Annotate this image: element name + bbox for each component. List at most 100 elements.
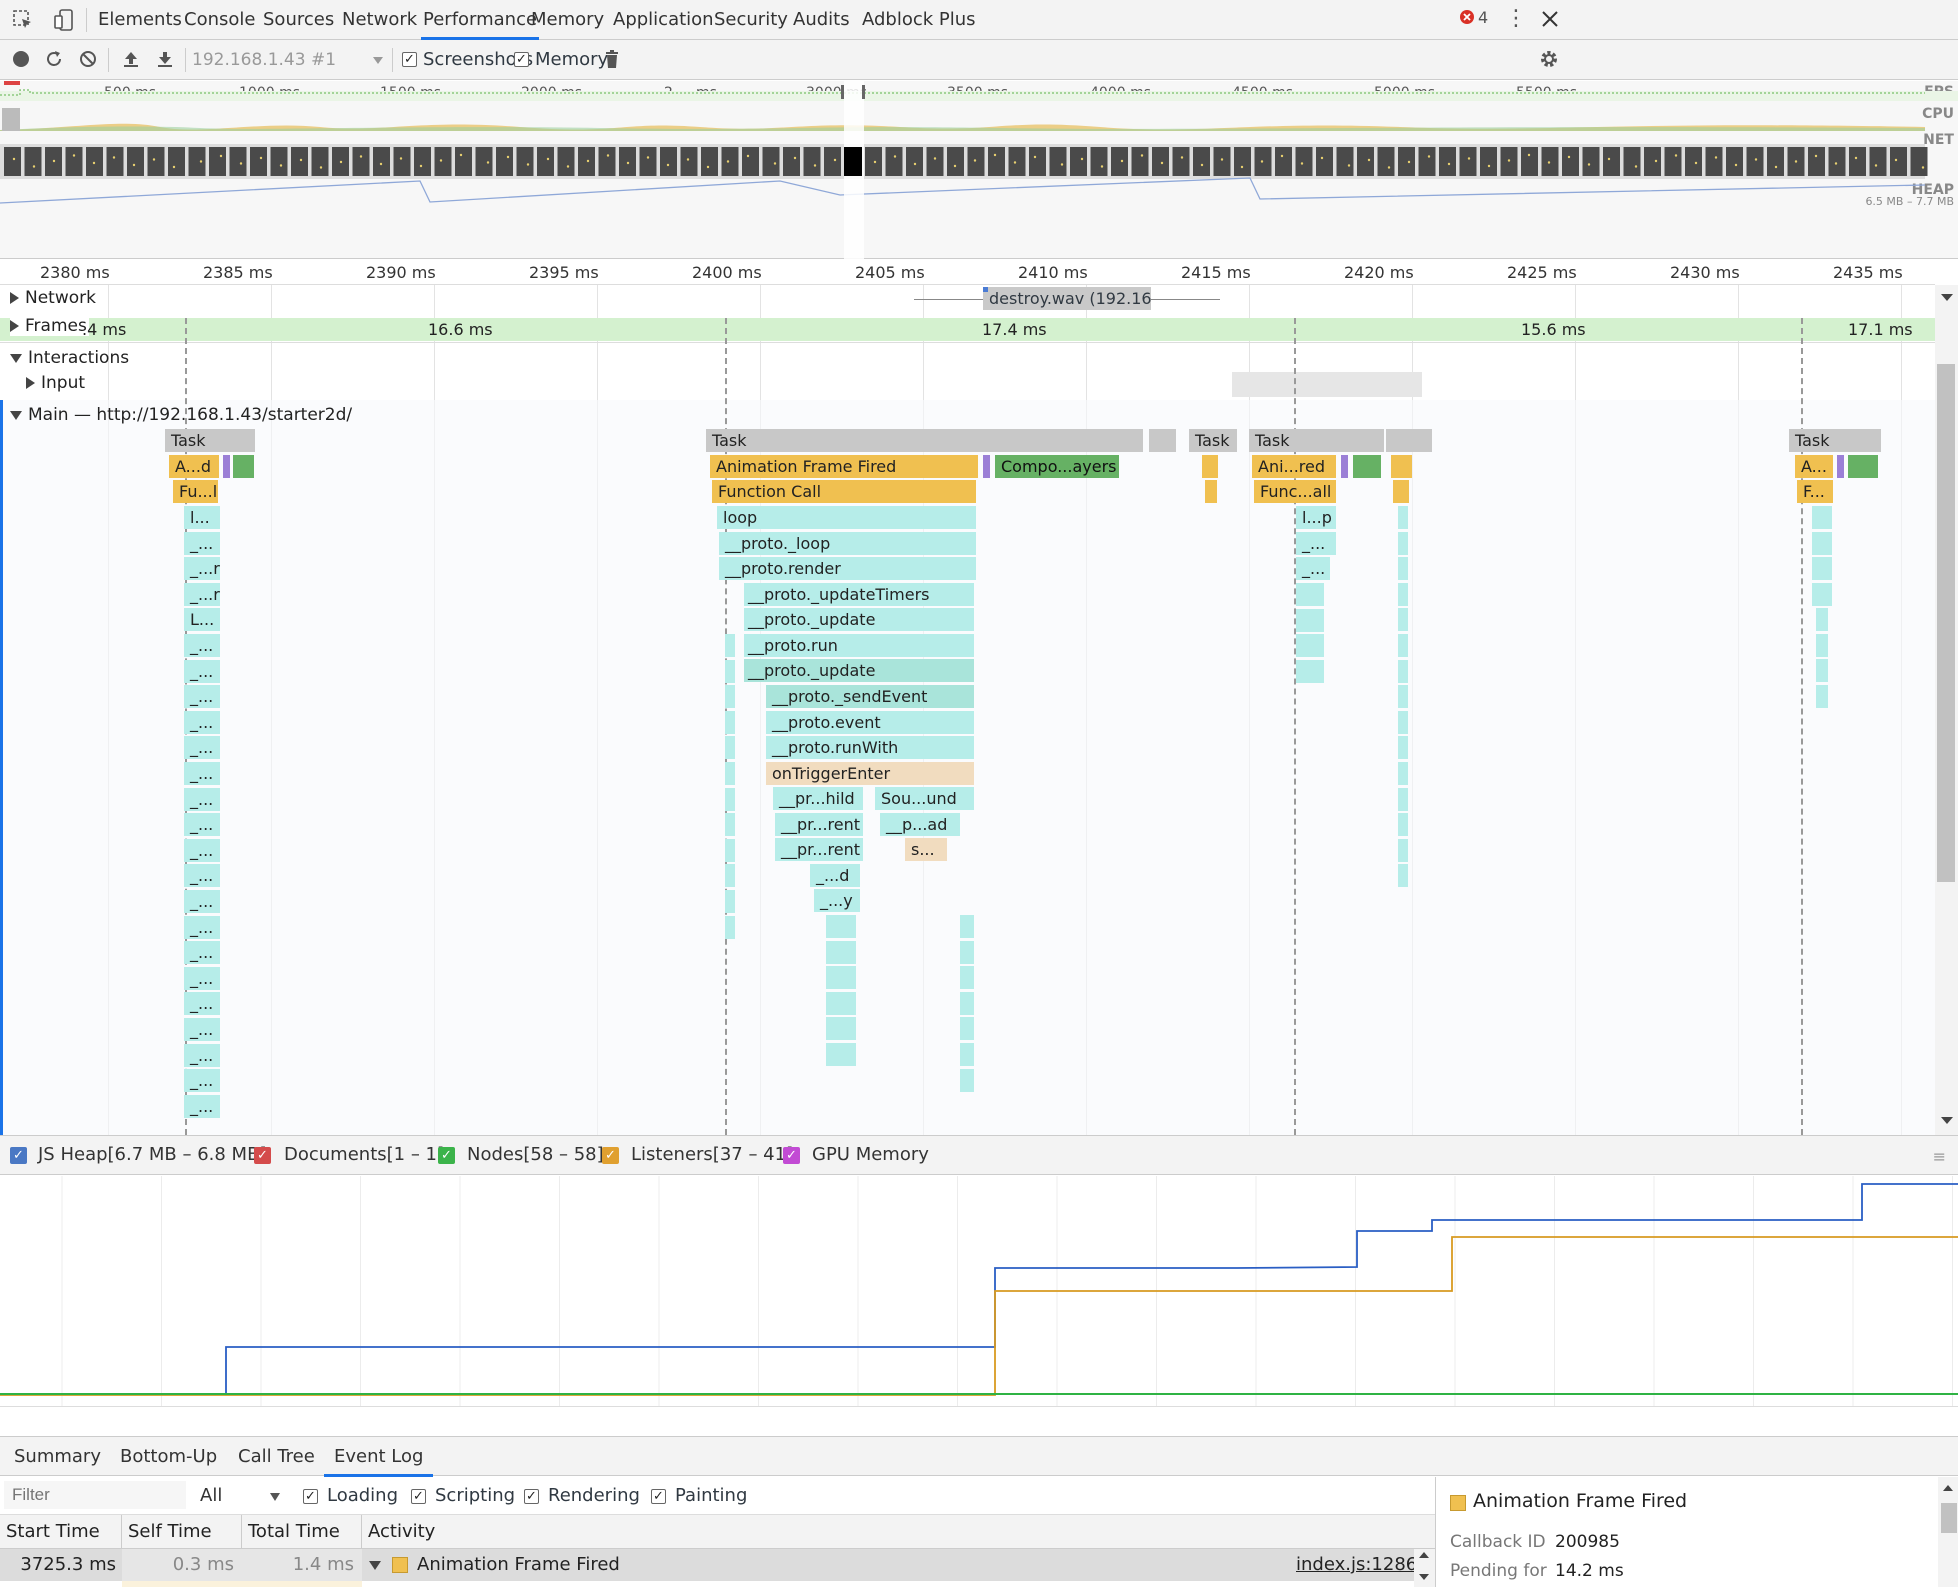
input-event-bar[interactable] bbox=[1232, 372, 1422, 397]
timeline-overview[interactable]: 500 ms 1000 ms 1500 ms 2000 ms 2 ms 3000… bbox=[0, 81, 1958, 259]
chevron-down-icon[interactable] bbox=[270, 1493, 280, 1501]
scroll-arrow-icon[interactable] bbox=[1941, 294, 1953, 301]
network-track-label[interactable]: Network bbox=[10, 288, 96, 308]
js-frame[interactable] bbox=[1812, 557, 1832, 581]
js-frame[interactable] bbox=[1816, 633, 1828, 657]
screenshot-thumbnail[interactable] bbox=[24, 147, 42, 176]
tab-summary[interactable]: Summary bbox=[14, 1437, 101, 1477]
screenshot-thumbnail[interactable] bbox=[1890, 147, 1907, 176]
screenshot-thumbnail[interactable] bbox=[557, 147, 575, 176]
js-frame[interactable]: _...y bbox=[814, 889, 860, 912]
screenshot-thumbnail[interactable] bbox=[1562, 147, 1579, 176]
js-frame[interactable] bbox=[1812, 531, 1832, 555]
screenshot-thumbnail[interactable] bbox=[1767, 147, 1784, 176]
screenshot-thumbnail[interactable] bbox=[1664, 147, 1682, 176]
painting-checkbox[interactable]: ✓ bbox=[651, 1489, 666, 1504]
screenshot-thumbnail[interactable] bbox=[1541, 147, 1559, 176]
trash-icon[interactable] bbox=[604, 49, 620, 69]
input-track-label[interactable]: Input bbox=[26, 373, 85, 393]
save-profile-icon[interactable] bbox=[155, 49, 175, 69]
screenshot-thumbnail[interactable] bbox=[311, 147, 329, 176]
js-frame[interactable]: _... bbox=[184, 941, 220, 965]
js-frame[interactable] bbox=[960, 1043, 974, 1066]
screenshot-thumbnail[interactable] bbox=[1172, 147, 1190, 176]
js-frame[interactable] bbox=[826, 1043, 856, 1066]
screenshot-thumbnail[interactable] bbox=[1152, 147, 1169, 176]
screenshot-thumbnail[interactable] bbox=[1746, 147, 1764, 176]
js-frame[interactable] bbox=[1398, 506, 1408, 529]
js-frame[interactable]: _... bbox=[184, 966, 220, 990]
screenshot-thumbnail[interactable] bbox=[106, 147, 124, 176]
screenshot-thumbnail[interactable] bbox=[680, 147, 698, 176]
memory-checkbox[interactable]: ✓ bbox=[514, 52, 529, 67]
category-select[interactable]: All bbox=[200, 1477, 222, 1515]
js-frame[interactable] bbox=[826, 915, 856, 938]
tab-sources[interactable]: Sources bbox=[261, 0, 336, 40]
tab-event-log[interactable]: Event Log bbox=[324, 1437, 434, 1477]
screenshot-thumbnail[interactable] bbox=[434, 147, 452, 176]
screenshot-thumbnail[interactable] bbox=[1849, 147, 1866, 176]
screenshot-thumbnail[interactable] bbox=[1049, 147, 1067, 176]
screenshot-thumbnail[interactable] bbox=[824, 147, 841, 176]
js-frame[interactable]: __proto.runWith bbox=[766, 736, 974, 759]
event-bar[interactable] bbox=[1391, 455, 1412, 478]
js-frame[interactable] bbox=[1398, 659, 1408, 683]
event-bar[interactable] bbox=[233, 455, 254, 478]
js-frame[interactable]: __proto.render bbox=[719, 557, 976, 580]
js-frame[interactable] bbox=[960, 1017, 974, 1041]
screenshot-thumbnail[interactable] bbox=[783, 147, 800, 176]
screenshot-thumbnail[interactable] bbox=[1705, 147, 1723, 176]
record-icon[interactable] bbox=[11, 49, 31, 69]
screenshot-thumbnail[interactable] bbox=[803, 147, 821, 176]
event-bar[interactable] bbox=[1837, 455, 1844, 478]
tab-application[interactable]: Application bbox=[611, 0, 716, 40]
js-frame[interactable]: _... bbox=[184, 1043, 220, 1067]
screenshot-thumbnail[interactable] bbox=[701, 147, 718, 176]
scroll-arrow-icon[interactable] bbox=[1941, 1117, 1953, 1124]
js-frame[interactable]: _... bbox=[184, 685, 220, 709]
screenshot-thumbnail[interactable] bbox=[496, 147, 513, 176]
task-event[interactable]: Task bbox=[1189, 429, 1237, 452]
js-frame[interactable]: __proto.event bbox=[766, 711, 974, 734]
js-frame[interactable]: L... bbox=[184, 608, 220, 631]
js-frame[interactable] bbox=[725, 813, 735, 837]
settings-gear-icon[interactable] bbox=[1538, 48, 1560, 70]
js-frame[interactable] bbox=[1816, 684, 1828, 708]
error-icon[interactable] bbox=[1459, 9, 1475, 25]
js-frame[interactable]: _... bbox=[184, 813, 220, 837]
scroll-arrow-icon[interactable] bbox=[1943, 1485, 1953, 1491]
animation-frame-event[interactable]: A... bbox=[1795, 455, 1833, 478]
scroll-arrow-icon[interactable] bbox=[1419, 1552, 1429, 1558]
column-total-time[interactable]: Total Time bbox=[242, 1515, 362, 1549]
scrollbar-thumb[interactable] bbox=[1941, 1503, 1957, 1533]
frame-duration[interactable]: 16.6 ms bbox=[428, 318, 493, 341]
js-frame[interactable]: _... bbox=[184, 1094, 220, 1118]
frame-duration[interactable]: .4 ms bbox=[82, 318, 126, 341]
expand-triangle-icon[interactable] bbox=[10, 320, 19, 332]
screenshot-thumbnail[interactable] bbox=[516, 147, 534, 176]
screenshot-thumbnail[interactable] bbox=[1275, 147, 1292, 176]
screenshot-thumbnail[interactable] bbox=[1726, 147, 1743, 176]
js-frame[interactable] bbox=[725, 915, 735, 939]
js-frame[interactable]: __proto._update bbox=[744, 608, 974, 631]
frame-duration[interactable]: 17.1 ms bbox=[1848, 318, 1913, 341]
function-call-event[interactable]: Fu...l bbox=[173, 480, 218, 503]
js-frame[interactable]: _... bbox=[184, 992, 220, 1016]
js-frame[interactable] bbox=[725, 710, 735, 734]
screenshot-thumbnail[interactable] bbox=[1131, 147, 1149, 176]
screenshot-thumbnail[interactable] bbox=[1685, 147, 1702, 176]
js-frame[interactable]: _... bbox=[1296, 532, 1336, 555]
more-options-icon[interactable]: ⋮ bbox=[1505, 8, 1527, 32]
event-bar[interactable] bbox=[1205, 480, 1217, 503]
event-bar[interactable] bbox=[1393, 480, 1409, 503]
rendering-checkbox[interactable]: ✓ bbox=[524, 1489, 539, 1504]
target-select[interactable]: 192.168.1.43 #1 bbox=[192, 40, 336, 80]
js-frame[interactable]: __proto._update bbox=[744, 659, 974, 682]
js-frame[interactable] bbox=[1296, 634, 1324, 658]
js-frame[interactable] bbox=[1296, 583, 1324, 606]
js-frame[interactable] bbox=[1398, 762, 1408, 785]
screenshot-thumbnail[interactable] bbox=[1070, 147, 1087, 176]
screenshot-thumbnail[interactable] bbox=[1521, 147, 1538, 176]
documents-checkbox[interactable]: ✓ bbox=[254, 1147, 271, 1164]
screenshot-thumbnail[interactable] bbox=[537, 147, 554, 176]
